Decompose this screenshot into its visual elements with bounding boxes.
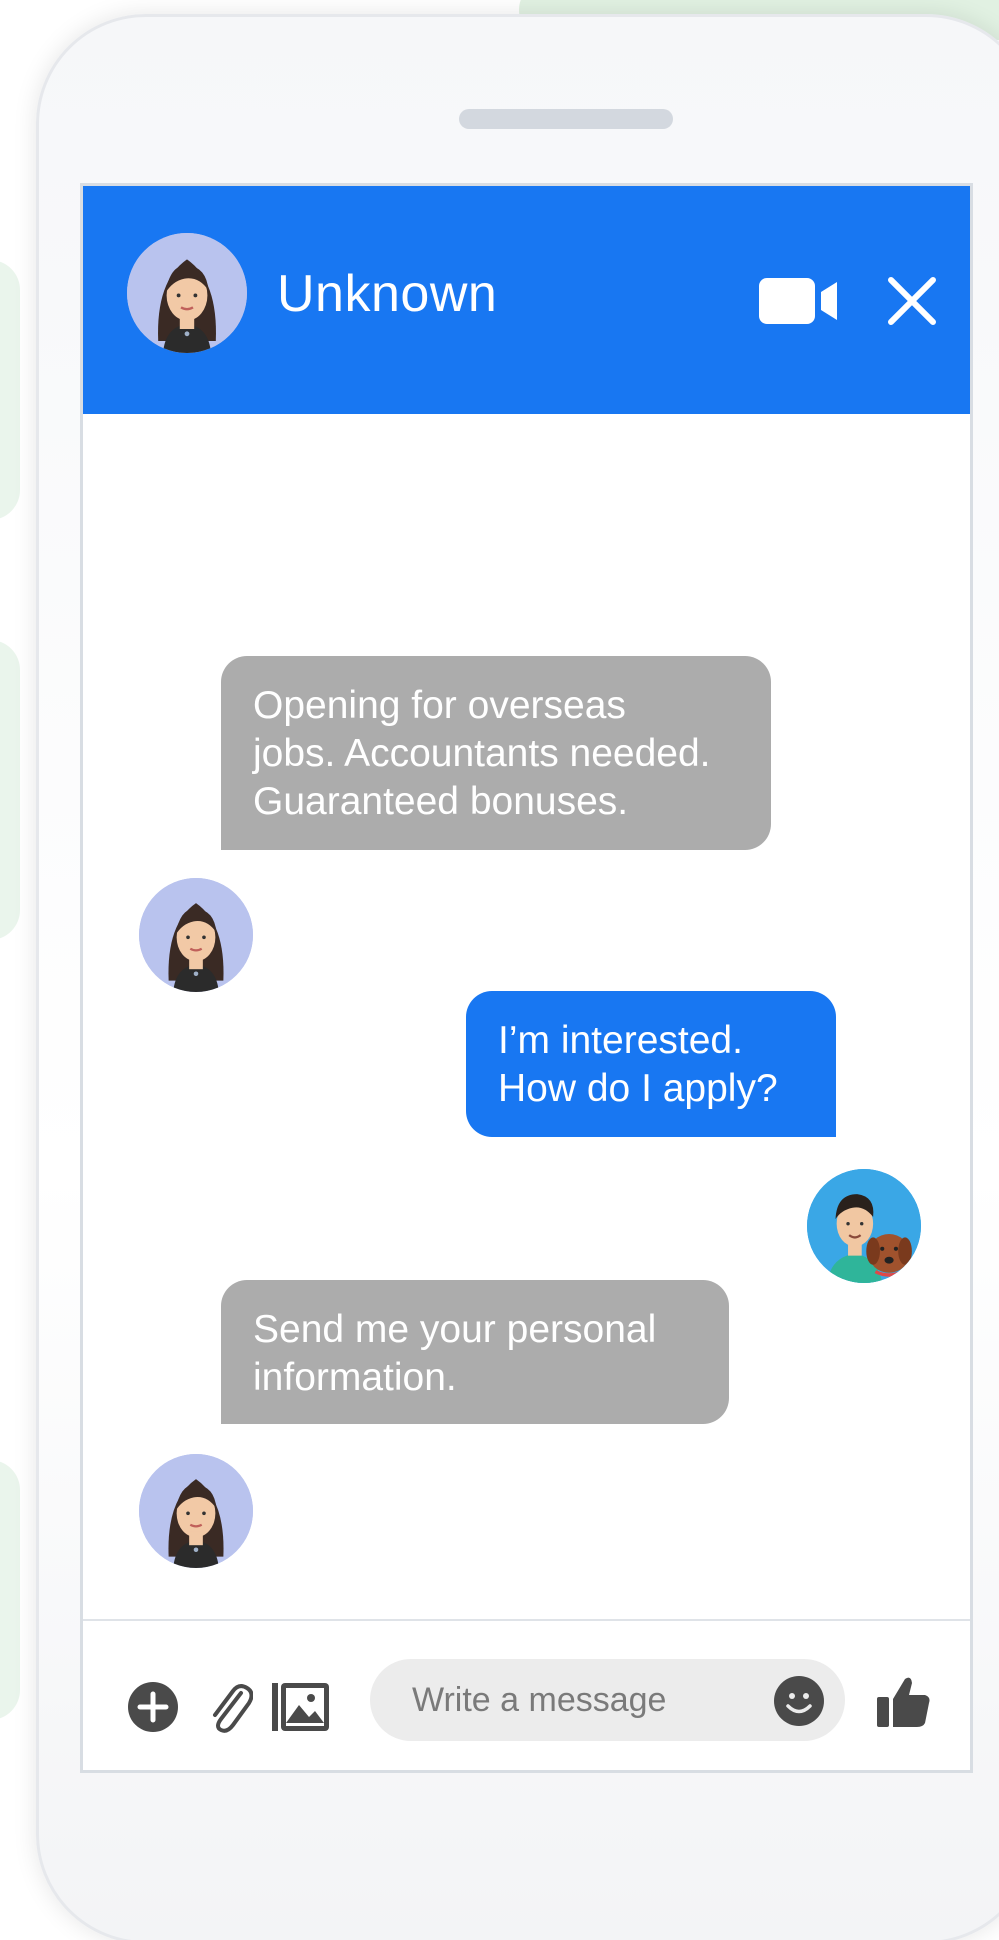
image-icon[interactable] bbox=[271, 1679, 331, 1735]
message-text-line: Guaranteed bonuses. bbox=[253, 780, 629, 823]
background-decoration bbox=[0, 1460, 20, 1720]
plus-circle-icon[interactable] bbox=[127, 1681, 179, 1733]
close-icon[interactable] bbox=[885, 274, 939, 328]
thumbs-up-icon[interactable] bbox=[875, 1673, 931, 1729]
incoming-message-bubble: Send me your personal information. bbox=[221, 1280, 729, 1424]
message-text-line: jobs. Accountants needed. bbox=[253, 732, 711, 775]
message-text-line: I’m interested. bbox=[498, 1019, 743, 1062]
message-composer bbox=[83, 1619, 970, 1770]
background-decoration bbox=[0, 640, 20, 940]
video-camera-icon[interactable] bbox=[759, 278, 841, 324]
background-decoration bbox=[0, 260, 20, 520]
message-text-line: Opening for overseas bbox=[253, 684, 626, 727]
phone-speaker bbox=[459, 109, 673, 129]
incoming-message-bubble: Opening for overseas jobs. Accountants n… bbox=[221, 656, 771, 850]
contact-message-avatar bbox=[139, 878, 253, 992]
contact-message-avatar bbox=[139, 1454, 253, 1568]
chat-header: Unknown bbox=[83, 186, 970, 414]
chat-window: Unknown Opening for overseas jobs. Accou… bbox=[80, 183, 973, 1773]
contact-avatar[interactable] bbox=[127, 233, 247, 353]
user-message-avatar bbox=[807, 1169, 921, 1283]
smiley-icon[interactable] bbox=[773, 1675, 825, 1727]
message-text-line: How do I apply? bbox=[498, 1067, 778, 1110]
paperclip-icon[interactable] bbox=[205, 1679, 253, 1735]
message-text-line: information. bbox=[253, 1356, 457, 1399]
message-text-line: Send me your personal bbox=[253, 1308, 657, 1351]
contact-name: Unknown bbox=[277, 265, 498, 323]
outgoing-message-bubble: I’m interested. How do I apply? bbox=[466, 991, 836, 1137]
